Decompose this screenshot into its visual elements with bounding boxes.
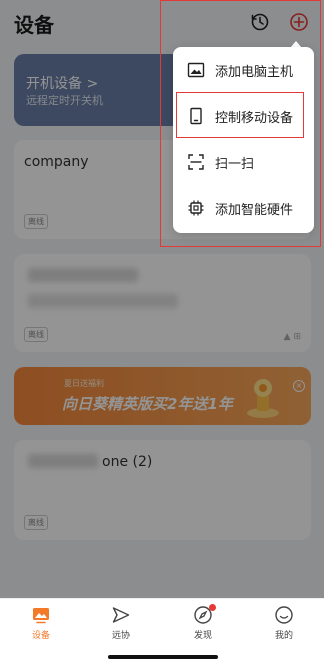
tab-discover[interactable]: 发现	[178, 604, 228, 645]
tab-label: 发现	[193, 631, 212, 641]
menu-item-label: 添加电脑主机	[215, 65, 294, 80]
scan-icon	[188, 154, 204, 170]
menu-item-label: 扫一扫	[215, 157, 255, 172]
profile-icon	[275, 606, 293, 624]
home-indicator	[108, 655, 218, 659]
menu-item-add-smart-hardware[interactable]: 添加智能硬件	[173, 185, 314, 231]
tab-remote-assist[interactable]: 远协	[96, 605, 146, 645]
image-monitor-icon	[187, 62, 205, 78]
phone-icon	[190, 107, 202, 125]
menu-item-label: 控制移动设备	[215, 111, 294, 126]
add-menu-popup: 添加电脑主机 控制移动设备 扫一扫 添加智能硬件	[173, 47, 314, 233]
tab-devices[interactable]: 设备	[16, 605, 66, 645]
chip-icon	[188, 200, 204, 216]
menu-item-scan[interactable]: 扫一扫	[173, 139, 314, 185]
menu-item-control-mobile[interactable]: 控制移动设备	[173, 93, 314, 139]
tab-label: 我的	[274, 631, 293, 641]
tab-mine[interactable]: 我的	[259, 605, 309, 645]
menu-item-add-computer[interactable]: 添加电脑主机	[173, 47, 314, 93]
tab-label: 设备	[31, 631, 50, 641]
devices-icon	[33, 608, 49, 624]
notification-dot	[209, 604, 216, 611]
menu-item-label: 添加智能硬件	[215, 203, 294, 218]
tab-label: 远协	[111, 631, 130, 641]
remote-assist-icon	[112, 607, 130, 623]
